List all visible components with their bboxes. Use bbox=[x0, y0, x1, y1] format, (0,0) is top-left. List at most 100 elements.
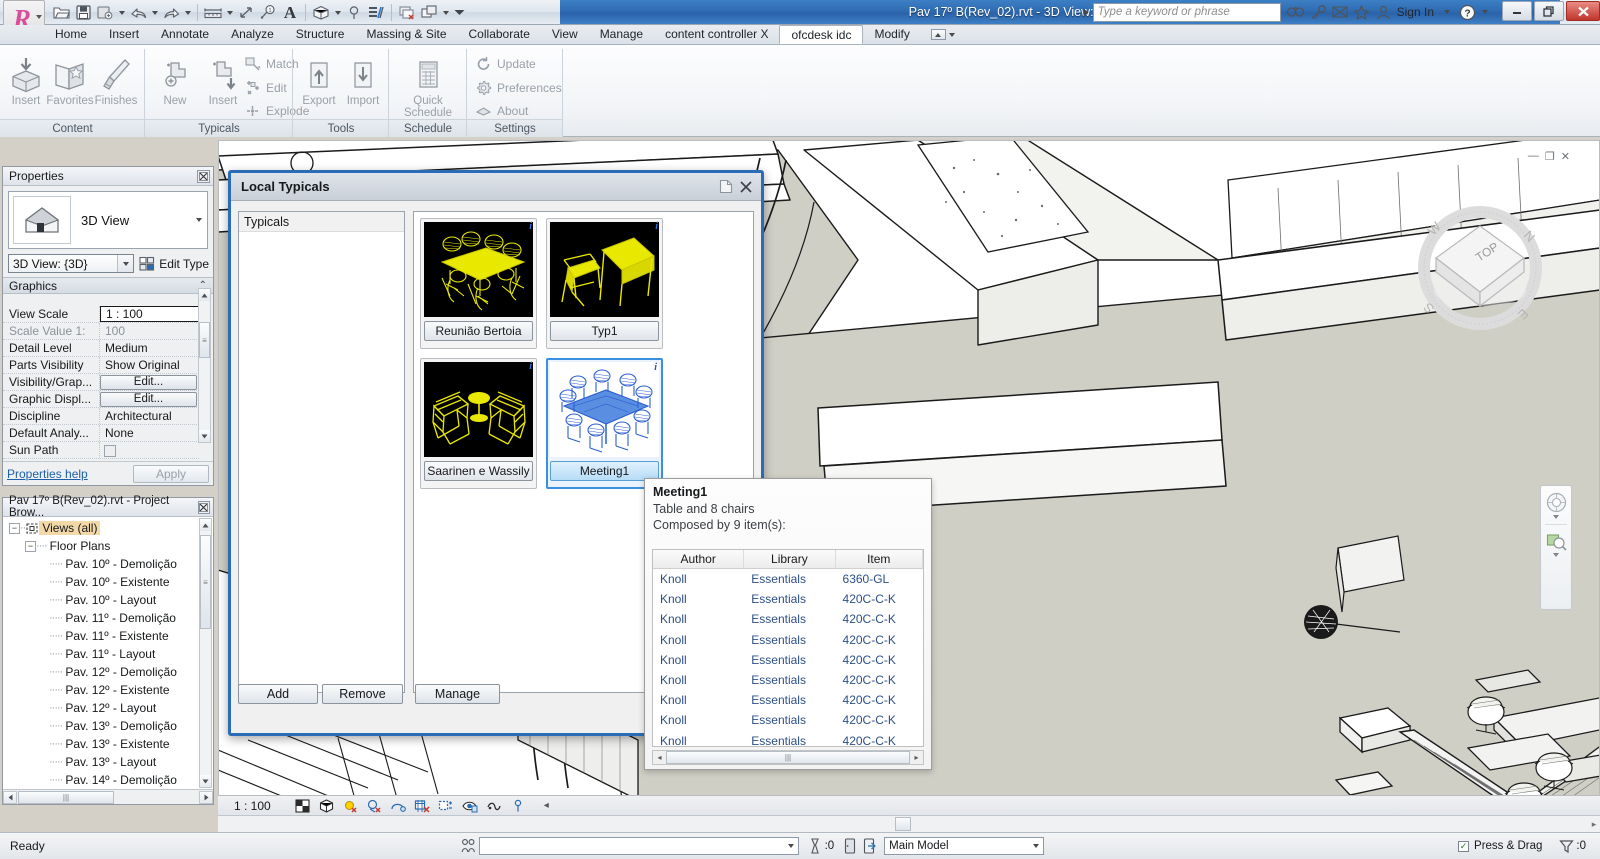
collapse-icon[interactable]: − bbox=[25, 540, 36, 552]
table-row[interactable]: Knoll Essentials 420C-C-K bbox=[653, 589, 923, 609]
scroll-right-arrow[interactable] bbox=[199, 790, 213, 804]
dialog-title-bar[interactable]: Local Typicals bbox=[231, 173, 761, 201]
table-row[interactable]: Knoll Essentials 420C-C-K bbox=[653, 630, 923, 650]
steering-wheel-button[interactable] bbox=[1541, 486, 1571, 524]
favorites-star-icon[interactable] bbox=[1351, 1, 1373, 23]
property-value[interactable]: Medium bbox=[100, 340, 199, 356]
scroll-thumb[interactable]: ||| bbox=[666, 751, 910, 764]
tree-node-view[interactable]: ····· Pav. 14º - Demolição bbox=[3, 771, 199, 788]
redo-dropdown[interactable] bbox=[182, 2, 193, 24]
property-row-detail-level[interactable]: Detail Level Medium bbox=[3, 340, 199, 357]
view-scale-label[interactable]: 1 : 100 bbox=[234, 799, 271, 813]
property-value[interactable]: 1 : 100 bbox=[100, 306, 199, 322]
property-value[interactable]: Architectural bbox=[100, 408, 199, 424]
tab-content-controller-x[interactable]: content controller X bbox=[654, 25, 779, 44]
design-option-combo[interactable]: Main Model bbox=[884, 837, 1045, 855]
tree-node-view[interactable]: ····· Pav. 10º - Existente bbox=[3, 573, 199, 591]
undo-dropdown[interactable] bbox=[149, 2, 160, 24]
qat-customize-dropdown[interactable] bbox=[451, 2, 467, 24]
show-crop-region-icon[interactable] bbox=[438, 798, 455, 814]
analytical-model-icon[interactable] bbox=[510, 798, 527, 814]
temporary-hide-isolate-icon[interactable] bbox=[462, 798, 479, 814]
scroll-up-arrow[interactable] bbox=[200, 519, 211, 531]
crop-view-icon[interactable] bbox=[414, 798, 431, 814]
properties-scrollbar[interactable]: ≡ bbox=[198, 288, 211, 443]
sun-path-checkbox[interactable] bbox=[104, 444, 116, 457]
finishes-button[interactable]: Finishes bbox=[90, 53, 142, 107]
undo-icon[interactable] bbox=[127, 2, 149, 24]
property-value[interactable]: None bbox=[100, 425, 199, 441]
editing-request-icon[interactable] bbox=[805, 837, 825, 856]
close-hidden-windows-icon[interactable] bbox=[396, 2, 418, 24]
switch-windows-icon[interactable] bbox=[418, 2, 440, 24]
graphic-display-edit-button[interactable]: Edit... bbox=[100, 392, 197, 407]
tab-insert[interactable]: Insert bbox=[98, 25, 150, 44]
rendering-dialog-icon[interactable] bbox=[390, 798, 407, 814]
close-icon[interactable] bbox=[197, 500, 210, 514]
type-selector-combo[interactable]: 3D View: {3D} bbox=[8, 254, 135, 273]
sign-in-button[interactable]: Sign In bbox=[1395, 5, 1438, 19]
tab-manage[interactable]: Manage bbox=[589, 25, 654, 44]
match-button[interactable]: Match bbox=[243, 53, 299, 75]
user-icon[interactable] bbox=[1373, 1, 1395, 23]
table-row[interactable]: Knoll Essentials 420C-C-K bbox=[653, 710, 923, 730]
close-button[interactable] bbox=[1566, 1, 1600, 21]
scroll-down-arrow[interactable] bbox=[200, 775, 211, 787]
dialog-close-icon[interactable] bbox=[736, 177, 756, 197]
edit-type-button[interactable]: Edit Type bbox=[139, 256, 209, 271]
property-row-default-analysis[interactable]: Default Analy... None bbox=[3, 425, 199, 442]
view-control-overflow-icon[interactable]: ◂ bbox=[538, 798, 555, 814]
tab-analyze[interactable]: Analyze bbox=[220, 25, 285, 44]
property-row-view-scale[interactable]: View Scale 1 : 100 bbox=[3, 306, 199, 323]
viewport-close-icon[interactable]: ✕ bbox=[1561, 150, 1570, 163]
sign-in-dropdown[interactable] bbox=[1438, 1, 1456, 23]
project-browser-tree[interactable]: − ·· Views (all) − ···· Floor Plans ····… bbox=[3, 517, 199, 788]
shadows-off-icon[interactable] bbox=[366, 798, 383, 814]
table-row[interactable]: Knoll Essentials 420C-C-K bbox=[653, 670, 923, 690]
measure-dropdown[interactable] bbox=[224, 2, 235, 24]
exclude-option-icon[interactable] bbox=[860, 837, 880, 856]
sun-path-icon[interactable] bbox=[342, 798, 359, 814]
tree-node-view[interactable]: ····· Pav. 11º - Existente bbox=[3, 627, 199, 645]
update-button[interactable]: Update bbox=[474, 53, 536, 75]
property-row-discipline[interactable]: Discipline Architectural bbox=[3, 408, 199, 425]
tree-node-view[interactable]: ····· Pav. 10º - Layout bbox=[3, 591, 199, 609]
tab-massing-and-site[interactable]: Massing & Site bbox=[355, 25, 457, 44]
infocenter-expand-icon[interactable] bbox=[1079, 1, 1093, 23]
view-cube[interactable]: W N S E TOP bbox=[1405, 200, 1555, 335]
table-row[interactable]: Knoll Essentials 420C-C-K bbox=[653, 731, 923, 747]
typical-card-label[interactable]: Reunião Bertoia bbox=[424, 321, 533, 341]
info-icon[interactable]: i bbox=[654, 362, 657, 373]
properties-help-link[interactable]: Properties help bbox=[7, 467, 88, 481]
tree-node-view[interactable]: ····· Pav. 12º - Demolição bbox=[3, 663, 199, 681]
scroll-thumb[interactable]: ≡ bbox=[199, 322, 210, 358]
measure-icon[interactable] bbox=[202, 2, 224, 24]
add-button[interactable]: Add bbox=[238, 684, 318, 704]
ribbon-minimize-control[interactable] bbox=[930, 25, 955, 44]
tab-home[interactable]: Home bbox=[44, 25, 98, 44]
tab-modify[interactable]: Modify bbox=[863, 25, 920, 44]
tab-view[interactable]: View bbox=[541, 25, 589, 44]
default-3d-view-icon[interactable] bbox=[310, 2, 332, 24]
remove-button[interactable]: Remove bbox=[322, 684, 403, 704]
property-row-graphic-display[interactable]: Graphic Displ... Edit... bbox=[3, 391, 199, 408]
scroll-up-arrow[interactable] bbox=[199, 289, 210, 301]
edit-typical-button[interactable]: Edit bbox=[243, 77, 287, 99]
save-as-icon[interactable] bbox=[94, 2, 116, 24]
scroll-left-arrow[interactable]: ◂ bbox=[653, 751, 666, 764]
text-icon[interactable]: A bbox=[279, 2, 301, 24]
project-browser-horizontal-scrollbar[interactable]: ||| bbox=[3, 789, 213, 804]
tree-node-view[interactable]: ····· Pav. 13º - Existente bbox=[3, 735, 199, 753]
typical-card-label[interactable]: Meeting1 bbox=[550, 461, 659, 481]
detail-level-icon[interactable] bbox=[294, 798, 311, 814]
scroll-down-arrow[interactable] bbox=[199, 430, 210, 442]
typical-card-label[interactable]: Saarinen e Wassily bbox=[424, 461, 533, 481]
type-selector-dropdown-icon[interactable] bbox=[191, 218, 207, 222]
tree-node-floor-plans[interactable]: − ···· Floor Plans bbox=[3, 537, 199, 555]
scroll-left-arrow[interactable] bbox=[3, 790, 17, 804]
dialog-help-icon[interactable] bbox=[716, 177, 736, 197]
properties-group-header[interactable]: Graphics ⌃ bbox=[3, 277, 213, 294]
thin-lines-icon[interactable] bbox=[365, 2, 387, 24]
table-row[interactable]: Knoll Essentials 6360-GL bbox=[653, 569, 923, 589]
tree-node-views-all[interactable]: − ·· Views (all) bbox=[3, 519, 199, 537]
